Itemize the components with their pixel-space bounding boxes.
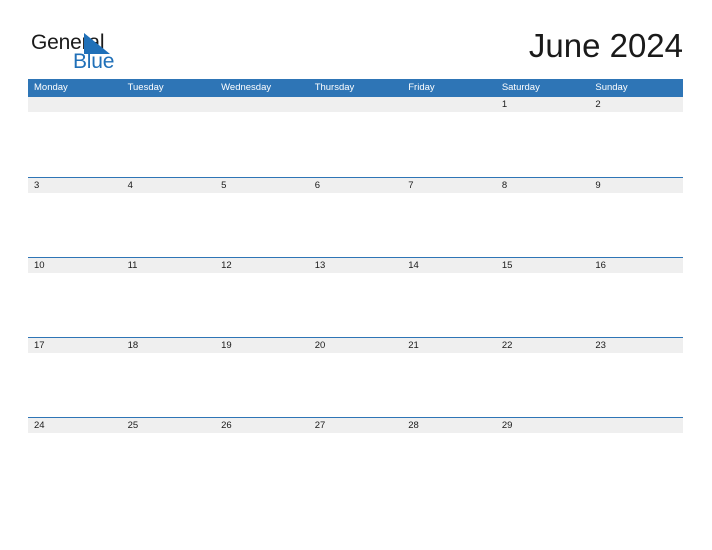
day-cell[interactable]: 5: [215, 178, 309, 193]
week-row: 10 11 12 13 14 15 16: [28, 257, 683, 337]
day-cell[interactable]: 17: [28, 338, 122, 353]
day-cell[interactable]: [28, 97, 122, 112]
page-title: June 2024: [528, 27, 683, 64]
day-cell[interactable]: 10: [28, 258, 122, 273]
weekday-header-friday: Friday: [408, 82, 435, 93]
week-date-band: 1 2: [28, 97, 683, 112]
week-date-band: 24 25 26 27 28 29 30: [28, 418, 683, 433]
day-cell[interactable]: 15: [496, 258, 590, 273]
day-cell[interactable]: 14: [402, 258, 496, 273]
day-cell[interactable]: 8: [496, 178, 590, 193]
day-cell[interactable]: 16: [589, 258, 683, 273]
week-note-area[interactable]: [28, 112, 683, 176]
day-cell[interactable]: [402, 97, 496, 112]
day-cell[interactable]: [122, 97, 216, 112]
day-cell[interactable]: 30: [589, 418, 683, 433]
day-cell[interactable]: 18: [122, 338, 216, 353]
weekday-header-sunday: Sunday: [595, 82, 628, 93]
day-cell[interactable]: 2: [589, 97, 683, 112]
week-row: 17 18 19 20 21 22 23: [28, 337, 683, 417]
day-cell[interactable]: 28: [402, 418, 496, 433]
week-date-band: 10 11 12 13 14 15 16: [28, 258, 683, 273]
week-row: 3 4 5 6 7 8 9: [28, 177, 683, 257]
week-row: 24 25 26 27 28 29 30: [28, 417, 683, 497]
weekday-header-thursday: Thursday: [314, 82, 355, 93]
day-cell[interactable]: 12: [215, 258, 309, 273]
day-cell[interactable]: 21: [402, 338, 496, 353]
weekday-header-saturday: Saturday: [501, 82, 540, 93]
weekday-header-monday: Monday: [34, 82, 68, 93]
day-cell[interactable]: 26: [215, 418, 309, 433]
weekday-header-row: Monday Tuesday Wednesday Thursday Friday…: [28, 79, 683, 97]
week-note-area[interactable]: [28, 193, 683, 257]
day-cell[interactable]: 23: [589, 338, 683, 353]
week-date-band: 3 4 5 6 7 8 9: [28, 178, 683, 193]
page-header: General Blue June 2024: [0, 0, 712, 79]
month-calendar: Monday Tuesday Wednesday Thursday Friday…: [28, 79, 683, 499]
brand-logo[interactable]: General Blue: [31, 32, 146, 72]
day-cell[interactable]: 24: [28, 418, 122, 433]
day-cell[interactable]: 9: [589, 178, 683, 193]
week-note-area[interactable]: [28, 433, 683, 497]
day-cell[interactable]: [215, 97, 309, 112]
day-cell[interactable]: 13: [309, 258, 403, 273]
logo-word-blue: Blue: [73, 50, 115, 73]
day-cell[interactable]: 1: [496, 97, 590, 112]
day-cell[interactable]: 3: [28, 178, 122, 193]
day-cell[interactable]: 20: [309, 338, 403, 353]
week-note-area[interactable]: [28, 273, 683, 337]
day-cell[interactable]: 22: [496, 338, 590, 353]
day-cell[interactable]: 7: [402, 178, 496, 193]
week-note-area[interactable]: [28, 353, 683, 417]
day-cell[interactable]: 25: [122, 418, 216, 433]
day-cell[interactable]: 4: [122, 178, 216, 193]
weekday-header-tuesday: Tuesday: [127, 82, 164, 93]
day-cell[interactable]: 6: [309, 178, 403, 193]
week-date-band: 17 18 19 20 21 22 23: [28, 338, 683, 353]
day-cell[interactable]: 11: [122, 258, 216, 273]
day-cell[interactable]: 29: [496, 418, 590, 433]
day-cell[interactable]: [309, 97, 403, 112]
weekday-header-wednesday: Wednesday: [221, 82, 272, 93]
week-row: 1 2: [28, 97, 683, 177]
day-cell[interactable]: 19: [215, 338, 309, 353]
day-cell[interactable]: 27: [309, 418, 403, 433]
